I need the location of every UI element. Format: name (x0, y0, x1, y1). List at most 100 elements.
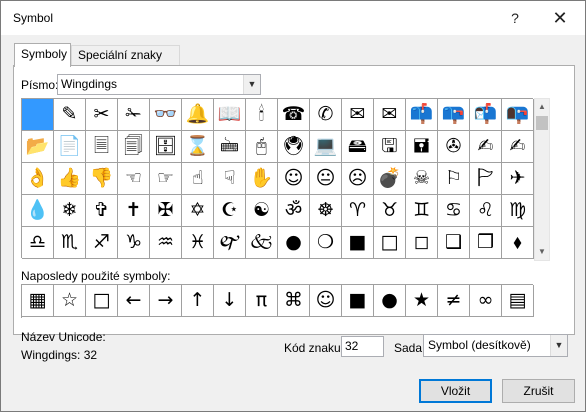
symbol-cell[interactable]: ☟ (214, 163, 246, 195)
font-select[interactable]: Wingdings ▼ (57, 74, 261, 95)
chevron-down-icon[interactable]: ▼ (550, 335, 567, 356)
recent-symbol-cell[interactable]: ← (118, 285, 150, 317)
symbol-cell[interactable]: ॐ (278, 195, 310, 227)
symbol-cell[interactable]: ✝ (118, 195, 150, 227)
symbol-cell[interactable]: ☎ (278, 99, 310, 131)
symbol-cell[interactable]: ☸ (310, 195, 342, 227)
symbol-cell[interactable]: ◻ (406, 227, 438, 259)
symbol-cell[interactable]: ☺ (278, 163, 310, 195)
symbol-cell[interactable]: 💻 (310, 131, 342, 163)
symbol-cell[interactable]: ☞ (150, 163, 182, 195)
symbol-cell[interactable]: 🕯 (246, 99, 278, 131)
symbol-cell[interactable]: ♑ (118, 227, 150, 259)
symbol-cell[interactable]: ☜ (118, 163, 150, 195)
symbol-cell[interactable]: ⬧ (502, 227, 534, 259)
symbol-cell[interactable]: 💧 (22, 195, 54, 227)
symbol-cell[interactable]: ✁ (118, 99, 150, 131)
symbol-cell[interactable]: 📄 (54, 131, 86, 163)
symbol-cell[interactable]: 🗄 (150, 131, 182, 163)
symbol-cell[interactable]: ✍ (470, 131, 502, 163)
symbol-cell[interactable]: 🖫 (374, 131, 406, 163)
symbol-cell[interactable]: 👎 (86, 163, 118, 195)
symbol-cell[interactable]: 📪 (438, 99, 470, 131)
symbol-cell[interactable]: 📂 (22, 131, 54, 163)
symbol-cell[interactable]: ♐ (86, 227, 118, 259)
symbol-cell[interactable]: 👌 (22, 163, 54, 195)
symbol-cell[interactable]: ● (278, 227, 310, 259)
symbol-cell[interactable]: ✠ (150, 195, 182, 227)
symbol-cell[interactable]: ✞ (86, 195, 118, 227)
recent-symbol-cell[interactable]: □ (86, 285, 118, 317)
symbol-cell[interactable]: ♈ (342, 195, 374, 227)
symbol-cell[interactable]: ♉ (374, 195, 406, 227)
recent-symbol-cell[interactable]: π (246, 285, 278, 317)
symbol-cell[interactable]: ✉ (374, 99, 406, 131)
symbol-cell[interactable]: 📫 (406, 99, 438, 131)
symbol-cell[interactable]: 📖 (214, 99, 246, 131)
symbol-cell[interactable]: ♓ (182, 227, 214, 259)
recent-symbol-cell[interactable]: ↑ (182, 285, 214, 317)
recent-symbol-cell[interactable]: ≠ (438, 285, 470, 317)
symbol-cell[interactable]: ☹ (342, 163, 374, 195)
symbol-cell[interactable]: ✉ (342, 99, 374, 131)
scroll-down-icon[interactable]: ▼ (535, 244, 549, 260)
symbol-cell[interactable]: 🗏 (86, 131, 118, 163)
symbol-cell[interactable]: ❍ (310, 227, 342, 259)
symbol-cell[interactable]: 🖬 (406, 131, 438, 163)
symbol-cell[interactable]: 🖮 (214, 131, 246, 163)
symbol-cell[interactable]: ♊ (406, 195, 438, 227)
recent-symbol-cell[interactable]: ☺ (310, 285, 342, 317)
symbol-cell[interactable]: ❄ (54, 195, 86, 227)
symbol-cell[interactable]: ❒ (470, 227, 502, 259)
tab-symbols[interactable]: Symboly (14, 43, 71, 67)
symbol-cell[interactable]: ♌ (470, 195, 502, 227)
recent-symbol-cell[interactable]: ∞ (470, 285, 502, 317)
symbol-cell[interactable]: 🖲 (278, 131, 310, 163)
symbol-cell[interactable]: 🏱 (470, 163, 502, 195)
symbol-cell[interactable]: ♍ (502, 195, 534, 227)
grid-scrollbar[interactable]: ▲ ▼ (534, 98, 550, 261)
symbol-cell[interactable]: ✈ (502, 163, 534, 195)
symbol-cell[interactable]: ☝ (182, 163, 214, 195)
symbol-cell[interactable]: ✡ (182, 195, 214, 227)
symbol-cell[interactable]: ✆ (310, 99, 342, 131)
recent-symbol-cell[interactable]: ▦ (22, 285, 54, 317)
recent-symbol-cell[interactable]: ↓ (214, 285, 246, 317)
symbol-cell[interactable]: ✂ (86, 99, 118, 131)
symbol-cell[interactable]: □ (374, 227, 406, 259)
recent-symbol-cell[interactable]: ☆ (54, 285, 86, 317)
symbol-cell[interactable]: ♒ (150, 227, 182, 259)
symbol-cell[interactable]: 🗐 (118, 131, 150, 163)
symbol-cell[interactable]: 🙵 (246, 227, 278, 259)
symbol-cell[interactable]: ⚐ (438, 163, 470, 195)
symbol-cell[interactable]: ☪ (214, 195, 246, 227)
help-button[interactable]: ? (500, 6, 530, 30)
symbol-cell[interactable]: ✋ (246, 163, 278, 195)
scroll-up-icon[interactable]: ▲ (535, 99, 549, 115)
symbol-cell[interactable]: ☯ (246, 195, 278, 227)
recent-symbol-cell[interactable]: ■ (342, 285, 374, 317)
from-select[interactable]: Symbol (desítkově) ▼ (423, 334, 568, 357)
cancel-button[interactable]: Zrušit (502, 379, 575, 403)
symbol-cell[interactable]: 👓 (150, 99, 182, 131)
symbol-cell[interactable]: ♏ (54, 227, 86, 259)
symbol-cell[interactable]: ♎ (22, 227, 54, 259)
symbol-cell[interactable]: 🙰 (214, 227, 246, 259)
symbol-cell[interactable] (22, 99, 54, 131)
recent-symbol-cell[interactable]: ● (374, 285, 406, 317)
symbol-cell[interactable]: 🔔 (182, 99, 214, 131)
scroll-thumb[interactable] (536, 116, 548, 130)
symbol-cell[interactable]: ✍ (502, 131, 534, 163)
symbol-cell[interactable]: 🖰 (246, 131, 278, 163)
symbol-cell[interactable]: 👍 (54, 163, 86, 195)
close-button[interactable]: ✕ (545, 6, 575, 30)
tab-special-characters[interactable]: Speciální znaky (71, 45, 180, 66)
recent-symbol-cell[interactable]: → (150, 285, 182, 317)
symbol-cell[interactable]: ⌛ (182, 131, 214, 163)
chevron-down-icon[interactable]: ▼ (243, 75, 260, 94)
symbol-cell[interactable]: 📭 (502, 99, 534, 131)
symbol-cell[interactable]: 🖴 (342, 131, 374, 163)
symbol-cell[interactable]: 📬 (470, 99, 502, 131)
insert-button[interactable]: Vložit (419, 379, 492, 403)
symbol-cell[interactable]: 😐 (310, 163, 342, 195)
